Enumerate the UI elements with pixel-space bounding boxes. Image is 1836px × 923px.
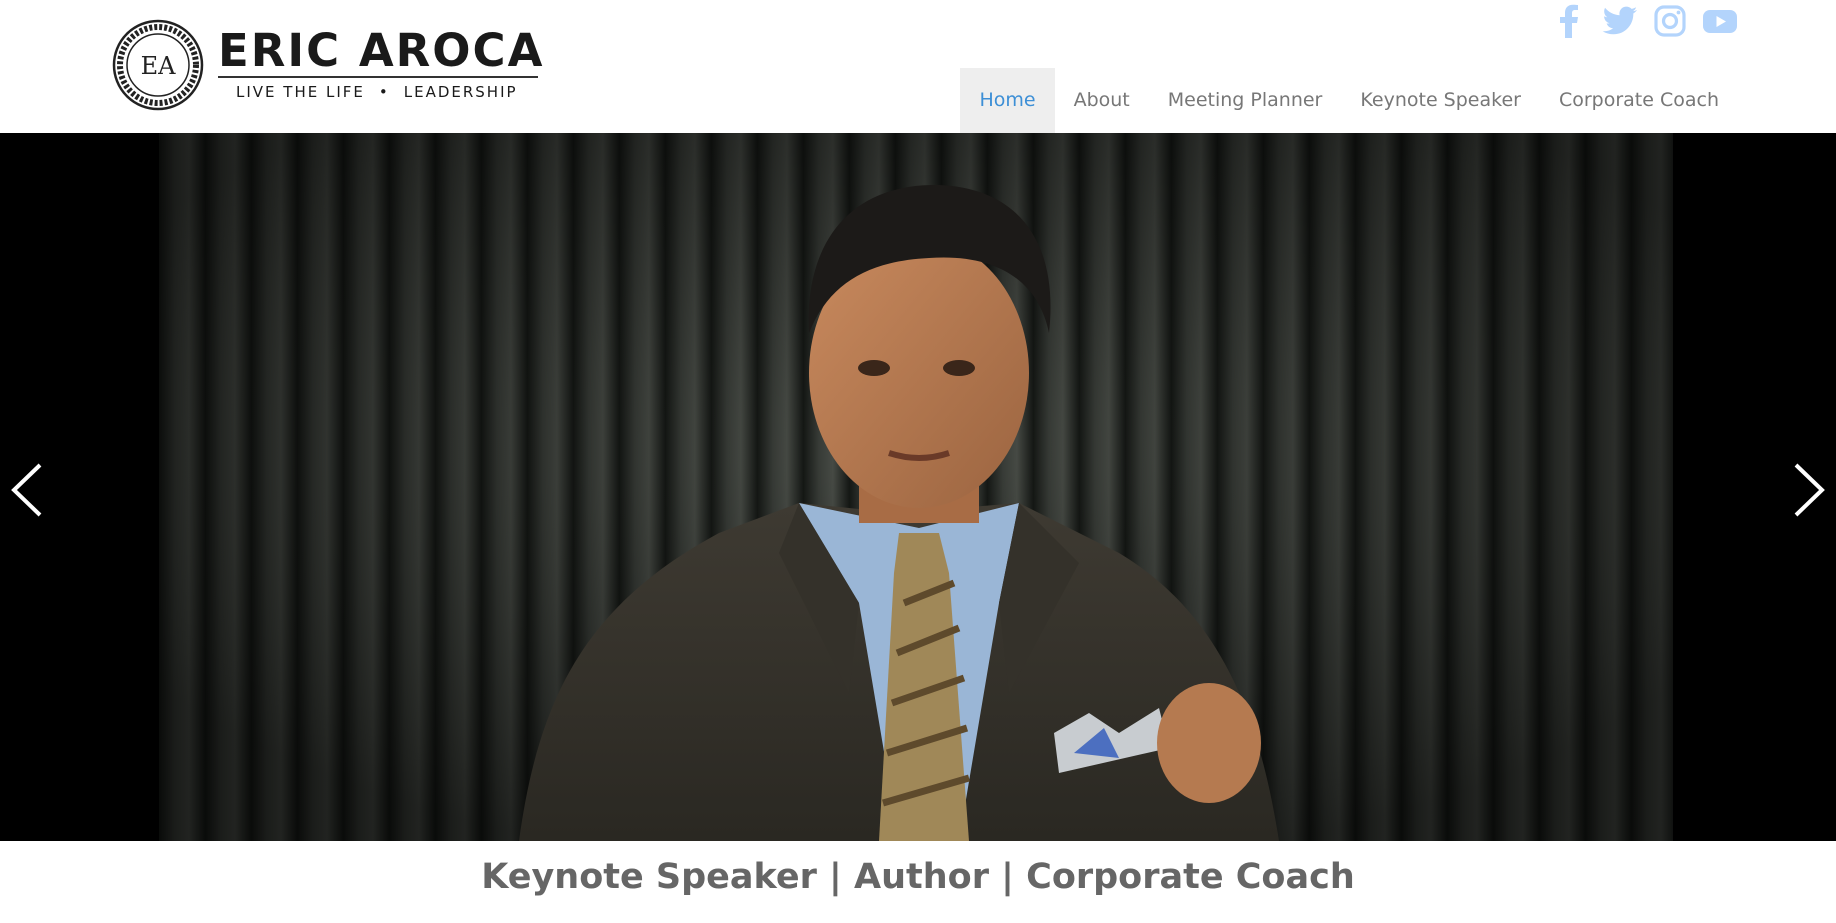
nav-item-about[interactable]: About (1055, 68, 1149, 133)
main-nav: Home About Meeting Planner Keynote Speak… (960, 68, 1738, 133)
chevron-left-icon (11, 463, 42, 517)
nav-item-meeting-planner[interactable]: Meeting Planner (1149, 68, 1342, 133)
brand-name: ERIC AROCA (218, 24, 545, 77)
carousel-prev-button[interactable] (0, 453, 60, 523)
twitter-icon (1602, 6, 1637, 35)
facebook-icon (1560, 4, 1578, 38)
nav-item-home[interactable]: Home (960, 68, 1055, 133)
ea-seal-icon: EA (112, 19, 204, 111)
twitter-link[interactable] (1602, 3, 1638, 39)
speaker-photo (159, 133, 1673, 841)
tagline-separator: • (378, 83, 390, 101)
hero-caption: Keynote Speaker | Author | Corporate Coa… (481, 857, 1355, 897)
social-links (1552, 3, 1738, 39)
logo-monogram: EA (141, 52, 177, 80)
tagline-right: LEADERSHIP (403, 83, 518, 101)
chevron-right-icon (1794, 463, 1825, 517)
facebook-link[interactable] (1552, 3, 1588, 39)
logo-wordmark: ERIC AROCA LIVE THE LIFE • LEADERSHIP (218, 24, 545, 101)
site-logo[interactable]: EA ERIC AROCA LIVE THE LIFE • LEADERSHIP (112, 19, 544, 111)
carousel-next-button[interactable] (1776, 453, 1836, 523)
nav-item-corporate-coach[interactable]: Corporate Coach (1540, 68, 1738, 133)
youtube-link[interactable] (1702, 3, 1738, 39)
site-header: EA ERIC AROCA LIVE THE LIFE • LEADERSHIP (0, 0, 1836, 133)
nav-item-keynote-speaker[interactable]: Keynote Speaker (1341, 68, 1540, 133)
brand-tagline: LIVE THE LIFE • LEADERSHIP (218, 83, 544, 101)
youtube-icon (1703, 10, 1737, 33)
tagline-left: LIVE THE LIFE (236, 83, 365, 101)
instagram-link[interactable] (1652, 3, 1688, 39)
hero-slide-image (159, 133, 1673, 841)
instagram-icon (1654, 5, 1686, 37)
logo-divider (218, 76, 538, 78)
hero-carousel (0, 133, 1836, 841)
